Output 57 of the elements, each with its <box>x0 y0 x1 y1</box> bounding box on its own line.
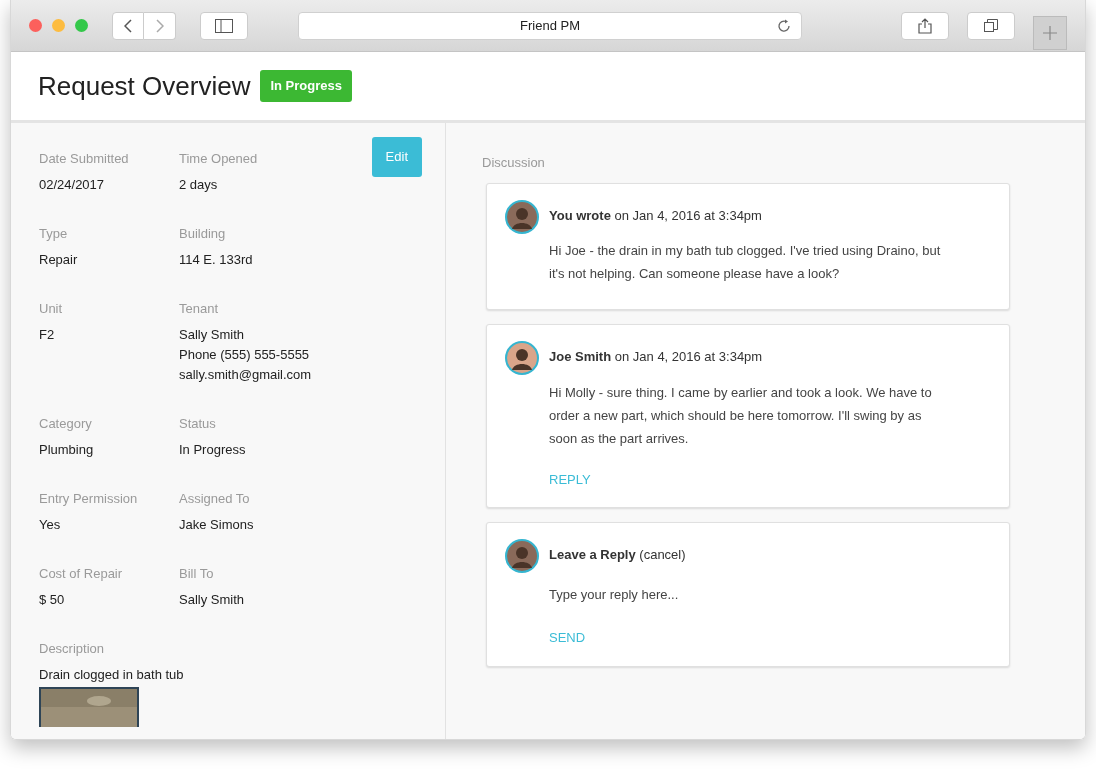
forward-button[interactable] <box>144 11 176 40</box>
field-value: Plumbing <box>39 441 95 459</box>
field-label: Date Submitted <box>39 150 130 168</box>
comment-text: Hi Joe - the drain in my bath tub clogged. I've tried using Draino, but it's not helping. Can someone please have a look? <box>549 242 942 283</box>
field-label: Type <box>39 225 69 243</box>
reload-icon[interactable] <box>777 18 791 33</box>
field-value: 2 days <box>179 176 219 194</box>
field-value: In Progress <box>179 441 247 459</box>
close-icon[interactable] <box>29 19 42 32</box>
field-label: Building <box>179 225 227 243</box>
field-label: Status <box>179 415 217 433</box>
reply-field[interactable]: Type your reply here... <box>549 584 991 604</box>
field-value: 02/24/2017 <box>39 176 106 194</box>
field-value: Sally Smith <box>179 591 246 609</box>
share-button[interactable] <box>901 11 949 40</box>
sidebar-button[interactable] <box>200 11 248 40</box>
field-value: Sally Smith <box>179 326 246 344</box>
sidebar-icon <box>215 18 233 33</box>
field-label: Time Opened <box>179 150 259 168</box>
plus-icon <box>1043 25 1057 40</box>
comment-heading: You wrote on Jan 4, 2016 at 3:34pm <box>549 206 763 225</box>
field-value: Repair <box>39 251 79 269</box>
field-label: Assigned To <box>179 490 251 508</box>
tabs-button[interactable] <box>967 11 1015 40</box>
field-label: Cost of Repair <box>39 565 124 583</box>
field-value: sally.smith@gmail.com <box>179 366 313 384</box>
new-tab-button[interactable] <box>1033 15 1067 50</box>
status-badge: In Progress <box>260 70 352 102</box>
edit-button[interactable]: Edit <box>371 137 422 177</box>
page-title: Friend PM <box>520 16 580 35</box>
field-value: Yes <box>39 516 62 534</box>
back-button[interactable] <box>112 11 144 40</box>
page-heading: Request Overview <box>38 69 251 103</box>
section-title: Discussion <box>482 154 546 172</box>
field-label: Category <box>39 415 93 433</box>
field-label: Unit <box>39 300 64 318</box>
field-label: Entry Permission <box>39 490 139 508</box>
field-value: $ 50 <box>39 591 66 609</box>
minimize-icon[interactable] <box>52 19 65 32</box>
chevron-left-icon <box>124 18 132 33</box>
maximize-icon[interactable] <box>75 19 88 32</box>
comment-heading: Leave a Reply (cancel) <box>549 546 687 564</box>
send-link[interactable]: SEND <box>549 628 586 648</box>
address-bar[interactable]: Friend PM <box>298 11 802 40</box>
field-value: 114 E. 133rd <box>179 251 254 269</box>
field-label: Bill To <box>179 565 215 583</box>
field-value: F2 <box>39 326 56 344</box>
chevron-right-icon <box>155 18 164 33</box>
field-label: Description <box>39 640 106 658</box>
field-label: Tenant <box>179 300 220 318</box>
field-value: Phone (555) 555-5555 <box>179 346 311 364</box>
tabs-icon <box>984 18 998 33</box>
comment-text: Hi Molly - sure thing. I came by earlier and took a look. We have to order a new part, which should be here tomorrow. I'll swing by as soon as the part arrives. <box>549 383 933 448</box>
comment-heading: Joe Smith on Jan 4, 2016 at 3:34pm <box>549 348 764 366</box>
reply-link[interactable]: REPLY <box>549 469 591 489</box>
share-icon <box>918 17 932 34</box>
field-value: Jake Simons <box>179 516 255 534</box>
